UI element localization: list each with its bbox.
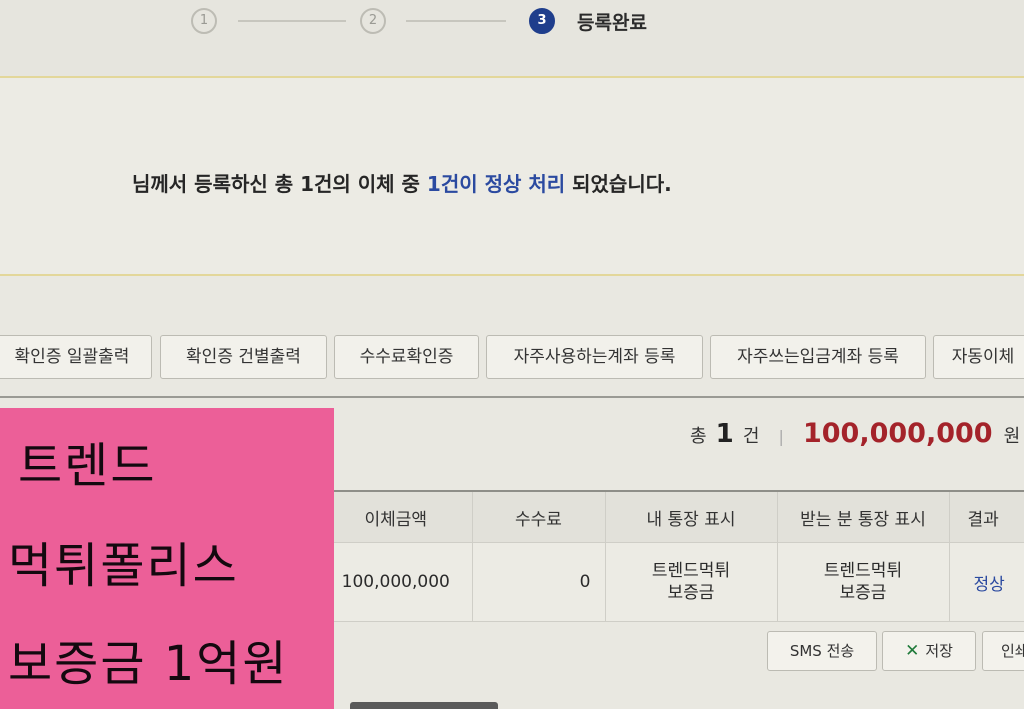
step-connector (238, 20, 346, 22)
save-button[interactable]: ✕ 저장 (882, 631, 976, 671)
summary-total-label: 총 (690, 426, 707, 447)
section-divider (0, 396, 1024, 398)
cell-my-display: 트렌드먹튀 보증금 (605, 542, 778, 622)
message-prefix: 님께서 등록하신 총 1건의 이체 중 (132, 172, 427, 196)
step-3-label: 등록완료 (577, 12, 647, 34)
recipient-display-line-2: 보증금 (839, 583, 887, 603)
print-each-receipt-button[interactable]: 확인증 건별출력 (160, 335, 327, 379)
transfer-summary: 총 1 건 | 100,000,000 원 (690, 418, 1020, 449)
auto-transfer-button[interactable]: 자동이체 (933, 335, 1024, 379)
sticky-note-line-1: 트렌드 (18, 438, 157, 494)
my-display-line-2: 보증금 (667, 583, 715, 603)
header-my-display: 내 통장 표시 (605, 490, 778, 543)
summary-count: 1 (715, 419, 734, 449)
register-frequent-account-button[interactable]: 자주사용하는계좌 등록 (486, 335, 703, 379)
taskbar-edge (350, 702, 498, 709)
sticky-note: 트렌드 먹튀폴리스 보증금 1억원 (0, 408, 334, 709)
fee-receipt-button[interactable]: 수수료확인증 (334, 335, 479, 379)
table-row: 100,000,000 0 트렌드먹튀 보증금 트렌드먹튀 보증금 정상 (320, 542, 1024, 622)
message-suffix: 되었습니다. (565, 172, 672, 196)
transfer-result-table: 이체금액 수수료 내 통장 표시 받는 분 통장 표시 결과 100,000,0… (320, 490, 1024, 622)
header-recipient-display: 받는 분 통장 표시 (777, 490, 950, 543)
step-3-indicator: 3 (529, 8, 555, 34)
my-display-line-1: 트렌드먹튀 (651, 561, 731, 581)
summary-amount: 100,000,000 (802, 418, 993, 449)
table-header-row: 이체금액 수수료 내 통장 표시 받는 분 통장 표시 결과 (320, 490, 1024, 543)
print-button[interactable]: 인쇄 (982, 631, 1024, 671)
step-2-indicator: 2 (360, 8, 386, 34)
cell-amount: 100,000,000 (320, 542, 473, 622)
completion-message: 님께서 등록하신 총 1건의 이체 중 1건이 정상 처리 되었습니다. (132, 168, 672, 197)
cell-fee: 0 (472, 542, 606, 622)
step-1-indicator: 1 (191, 8, 217, 34)
cell-result-link[interactable]: 정상 (949, 542, 1024, 622)
summary-count-unit: 건 (742, 426, 760, 447)
header-result: 결과 (949, 490, 1024, 543)
header-amount: 이체금액 (320, 490, 473, 543)
recipient-display-line-1: 트렌드먹튀 (823, 561, 903, 581)
completion-message-panel: 님께서 등록하신 총 1건의 이체 중 1건이 정상 처리 되었습니다. (0, 78, 1024, 276)
progress-stepper: 1 2 3 등록완료 (0, 0, 1024, 78)
summary-amount-unit: 원 (1003, 426, 1021, 447)
header-fee: 수수료 (472, 490, 606, 543)
step-connector (406, 20, 506, 22)
save-button-label: 저장 (925, 642, 953, 660)
action-button-row: 확인증 일괄출력 확인증 건별출력 수수료확인증 자주사용하는계좌 등록 자주쓰… (0, 335, 1024, 381)
message-highlight: 1건이 정상 처리 (426, 172, 566, 196)
sms-send-button[interactable]: SMS 전송 (767, 631, 877, 671)
excel-icon: ✕ (905, 641, 920, 661)
sticky-note-line-2: 먹튀폴리스 (8, 538, 239, 594)
summary-separator: | (778, 427, 784, 446)
sticky-note-line-3: 보증금 1억원 (8, 636, 289, 692)
register-frequent-deposit-account-button[interactable]: 자주쓰는입금계좌 등록 (710, 335, 926, 379)
print-all-receipts-button[interactable]: 확인증 일괄출력 (0, 335, 152, 379)
cell-recipient-display: 트렌드먹튀 보증금 (777, 542, 950, 622)
